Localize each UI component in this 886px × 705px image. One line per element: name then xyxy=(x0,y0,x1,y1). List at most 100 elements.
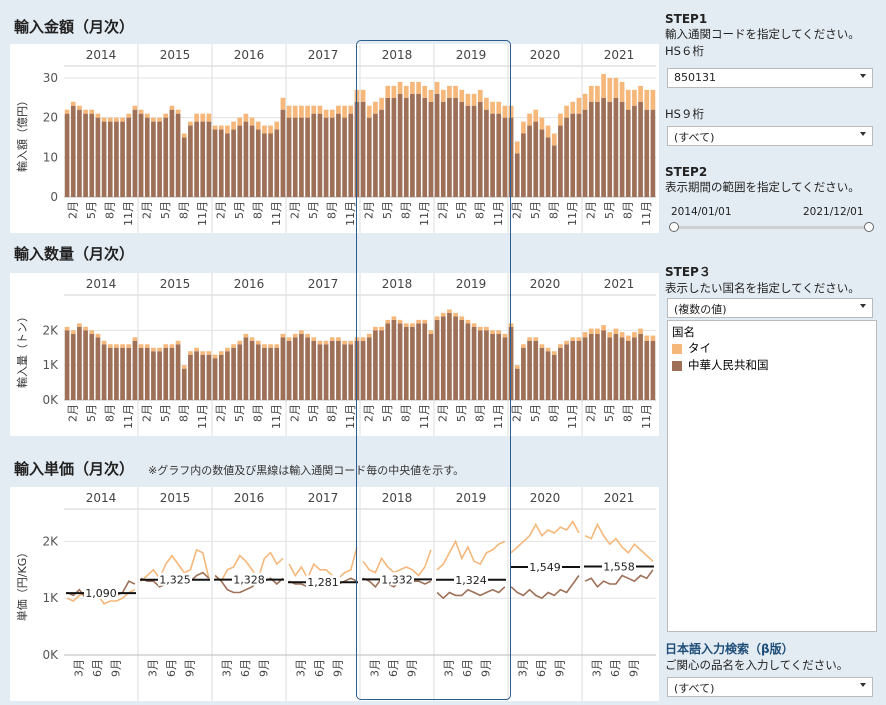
bar-china xyxy=(502,337,508,400)
bar-thai xyxy=(323,109,329,118)
bar-china xyxy=(336,113,341,197)
bar-china xyxy=(163,347,169,400)
date-end-label: 2021/12/01 xyxy=(803,206,864,218)
chevron-down-icon xyxy=(860,132,866,136)
y-axis-label: 輸入量（トン） xyxy=(15,311,29,388)
x-tick-label: 2月 xyxy=(510,404,523,422)
bar-china xyxy=(484,109,489,197)
price-line-china xyxy=(436,586,506,600)
bar-thai xyxy=(188,351,193,355)
bar-china xyxy=(89,333,95,400)
bar-china xyxy=(274,347,280,400)
bar-china xyxy=(255,129,261,197)
bar-china xyxy=(181,137,187,197)
year-label: 2016 xyxy=(234,491,265,505)
bar-thai xyxy=(397,319,403,324)
bar-thai xyxy=(237,117,243,126)
bar-thai xyxy=(379,97,384,110)
bar-thai xyxy=(416,319,421,324)
x-tick-label: 5月 xyxy=(603,201,616,219)
year-label: 2021 xyxy=(604,277,635,291)
date-end-handle[interactable] xyxy=(864,222,874,232)
bar-china xyxy=(453,97,458,197)
x-tick-label: 9月 xyxy=(109,659,122,677)
bar-china xyxy=(329,117,335,197)
bar-thai xyxy=(545,347,551,352)
bar-china xyxy=(496,333,502,400)
bar-thai xyxy=(459,89,465,102)
x-tick-label: 5月 xyxy=(307,201,320,219)
search-description: ご関心の品名を入力してください。 xyxy=(665,658,849,672)
bar-thai xyxy=(576,337,582,341)
search-select[interactable]: (すべて) xyxy=(667,677,873,697)
bar-thai xyxy=(471,93,477,106)
bar-thai xyxy=(564,105,569,118)
bar-china xyxy=(132,340,138,400)
bar-thai xyxy=(181,133,187,138)
y-tick-label: 30 xyxy=(43,71,58,85)
bar-china xyxy=(132,109,138,197)
bar-thai xyxy=(416,81,421,94)
bar-china xyxy=(120,347,125,400)
bar-thai xyxy=(613,77,619,98)
price-line-china xyxy=(510,575,580,600)
country-select[interactable]: (複数の値) xyxy=(667,298,873,318)
bar-thai xyxy=(595,85,600,102)
bar-thai xyxy=(89,109,95,114)
bar-china xyxy=(625,340,631,400)
bar-thai xyxy=(440,89,446,102)
legend-item-thai[interactable]: タイ xyxy=(668,340,876,357)
bar-china xyxy=(231,347,236,400)
bar-thai xyxy=(77,323,82,327)
bar-china xyxy=(366,337,372,400)
hs9-select[interactable]: (すべて) xyxy=(667,126,873,146)
y-tick-label: 20 xyxy=(43,111,58,125)
year-label: 2020 xyxy=(530,277,561,291)
hs6-select-value: 850131 xyxy=(674,71,716,84)
legend-item-china[interactable]: 中華人民共和国 xyxy=(668,357,876,374)
bar-thai xyxy=(194,113,199,122)
x-tick-label: 5月 xyxy=(159,404,172,422)
bar-thai xyxy=(632,89,637,106)
bar-thai xyxy=(453,312,458,317)
hs6-select[interactable]: 850131 xyxy=(667,68,873,88)
chevron-down-icon xyxy=(860,304,866,308)
x-tick-label: 9月 xyxy=(257,659,270,677)
bar-china xyxy=(490,333,495,400)
bar-china xyxy=(496,113,502,197)
bar-china xyxy=(101,121,107,197)
quantity-chart[interactable]: 2014 2015 2016 2017 2018 2019 2020 2021 0K 1K 2K 輸入… xyxy=(10,273,659,436)
bar-china xyxy=(292,117,298,197)
bar-china xyxy=(391,97,397,197)
x-tick-label: 8月 xyxy=(177,404,190,422)
date-range-slider[interactable] xyxy=(672,226,868,229)
bar-china xyxy=(188,125,193,197)
bar-thai xyxy=(286,105,292,118)
bar-china xyxy=(83,330,88,400)
bar-china xyxy=(169,109,175,197)
price-line-thai xyxy=(584,522,654,562)
bar-thai xyxy=(255,121,261,130)
year-label: 2018 xyxy=(382,48,413,62)
price-chart[interactable]: 2014 2015 2016 2017 2018 2019 2020 2021 0K 1K 2K 単価… xyxy=(10,487,659,701)
bar-thai xyxy=(477,89,483,102)
x-tick-label: 9月 xyxy=(479,659,492,677)
x-tick-label: 11月 xyxy=(122,201,135,226)
x-tick-label: 5月 xyxy=(307,404,320,422)
x-tick-label: 8月 xyxy=(251,404,264,422)
x-tick-label: 11月 xyxy=(196,404,209,429)
bar-china xyxy=(348,113,354,197)
bar-china xyxy=(373,113,378,197)
quantity-panel-title: 輸入数量（月次） xyxy=(14,245,135,263)
bar-thai xyxy=(638,85,643,102)
bar-thai xyxy=(144,344,150,348)
bar-china xyxy=(70,333,76,400)
date-start-handle[interactable] xyxy=(669,222,679,232)
amount-chart[interactable]: 2014 2015 2016 2017 2018 2019 2020 2021 0 10 20 30 輸… xyxy=(10,44,659,233)
bar-china xyxy=(274,129,280,197)
bar-thai xyxy=(342,340,347,345)
bar-china xyxy=(120,121,125,197)
bar-china xyxy=(280,109,286,197)
price-line-thai xyxy=(362,549,432,577)
bar-china xyxy=(477,330,483,400)
